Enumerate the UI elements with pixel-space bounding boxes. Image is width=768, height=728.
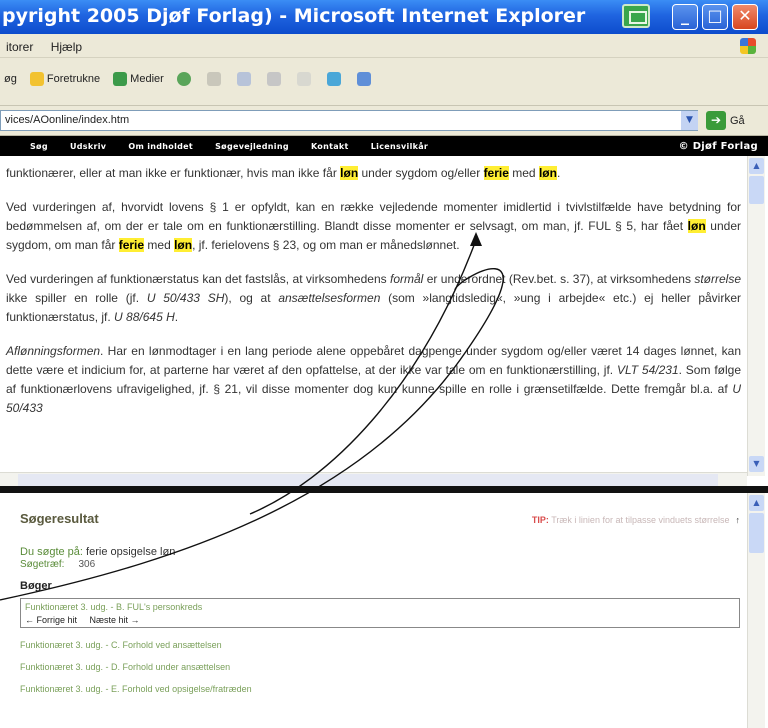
mail-button[interactable] [206,72,224,86]
nav-license[interactable]: Licensvilkår [371,142,428,151]
media-icon [113,72,128,86]
search-hit: løn [340,166,359,180]
scroll-up-icon[interactable]: ▲ [749,158,764,174]
network-icon[interactable] [622,4,650,28]
scroll-thumb[interactable] [18,474,718,486]
site-nav: Søg Udskriv Om indholdet Søgevejledning … [0,136,768,156]
result-link[interactable]: Funktionæret 3. udg. - C. Forhold ved an… [20,640,740,650]
calculator-button[interactable] [357,72,374,86]
history-icon [176,72,191,86]
menu-item-help[interactable]: Hjælp [51,40,82,54]
hit-count: Søgetræf: 306 [20,559,96,570]
paragraph-3: Ved vurderingen af funktionærstatus kan … [6,271,741,324]
scroll-thumb[interactable] [749,176,764,204]
window-title: pyright 2005 Djøf Forlag) - Microsoft In… [2,5,586,27]
windows-logo-icon [740,38,756,54]
nav-about[interactable]: Om indholdet [128,142,193,151]
chevron-down-icon[interactable]: ▼ [681,111,698,130]
print-icon [236,72,251,86]
address-bar: vices/AOonline/index.htm ▼ ➔ Gå [0,106,768,136]
messenger-button[interactable] [327,72,344,86]
nav-contact[interactable]: Kontakt [311,142,349,151]
favorites-button[interactable]: Foretrukne [29,72,101,86]
search-hit: ferie [483,166,509,180]
result-link-selected[interactable]: Funktionæret 3. udg. - B. FUL's personkr… [25,602,735,612]
scroll-thumb[interactable] [749,513,764,553]
address-input[interactable]: vices/AOonline/index.htm [0,110,698,131]
results-frame: Søgeresultat TIP: Træk i linien for at t… [0,493,768,728]
media-button[interactable]: Medier [113,72,164,86]
minimize-button[interactable]: _ [672,4,698,30]
result-link[interactable]: Funktionæret 3. udg. - E. Forhold ved op… [20,684,740,694]
paragraph-4: Aflønningsformen. Har en lønmodtager i e… [6,343,741,415]
arrow-up-icon: ↑ [735,515,741,525]
favorites-label: Foretrukne [46,72,101,85]
go-button[interactable]: Gå [730,115,745,127]
search-query: Du søgte på: ferie opsigelse løn [20,546,176,558]
vertical-scrollbar[interactable]: ▲ ▼ [747,156,765,476]
edit-button[interactable] [267,72,284,86]
result-link[interactable]: Funktionæret 3. udg. - D. Forhold under … [20,662,740,672]
search-hit: løn [687,218,706,233]
edit-icon [267,72,282,86]
star-icon [29,72,44,86]
selected-result: Funktionæret 3. udg. - B. FUL's personkr… [20,598,740,628]
media-label: Medier [130,72,164,85]
discuss-button[interactable] [297,72,314,86]
print-button[interactable] [236,72,254,86]
paragraph-2: Ved vurderingen af, hvorvidt lovens § 1 … [6,199,741,252]
horizontal-scrollbar[interactable] [0,472,747,486]
document-frame: funktionærer, eller at man ikke er funkt… [0,156,768,486]
calculator-icon [357,72,372,86]
hit-navigation: ← Forrige hit Næste hit → [25,615,735,625]
go-arrow-icon[interactable]: ➔ [706,111,726,130]
search-hit: løn [538,166,557,180]
history-button[interactable] [176,72,194,86]
close-button[interactable]: ✕ [732,4,758,30]
nav-print[interactable]: Udskriv [70,142,106,151]
books-heading: Bøger [20,580,52,592]
nav-search-guide[interactable]: Søgevejledning [215,142,289,151]
menu-bar: itorer Hjælp [0,34,768,58]
paragraph-1: funktionærer, eller at man ikke er funkt… [6,166,561,180]
vertical-scrollbar[interactable]: ▲ [747,493,765,728]
scroll-up-icon[interactable]: ▲ [749,495,764,511]
next-hit-button[interactable]: Næste hit → [90,615,140,625]
previous-hit-button[interactable]: ← Forrige hit [25,615,77,625]
search-label: øg [4,73,17,85]
copyright-label: © Djøf Forlag [678,141,758,152]
messenger-icon [327,72,342,86]
mail-icon [206,72,221,86]
maximize-button[interactable]: □ [702,4,728,30]
nav-search[interactable]: Søg [30,142,48,151]
document-text: funktionærer, eller at man ikke er funkt… [6,164,741,432]
frame-divider[interactable] [0,486,768,493]
search-hit: ferie [118,237,145,252]
discuss-icon [297,72,312,86]
search-button[interactable]: øg [4,73,17,85]
scroll-down-icon[interactable]: ▼ [749,456,764,472]
toolbar: øg Foretrukne Medier [0,58,768,106]
window-title-bar: pyright 2005 Djøf Forlag) - Microsoft In… [0,0,768,34]
search-hit: løn [174,237,193,252]
menu-item-tools[interactable]: itorer [6,40,33,54]
tip-text: TIP: Træk i linien for at tilpasse vindu… [531,515,741,525]
